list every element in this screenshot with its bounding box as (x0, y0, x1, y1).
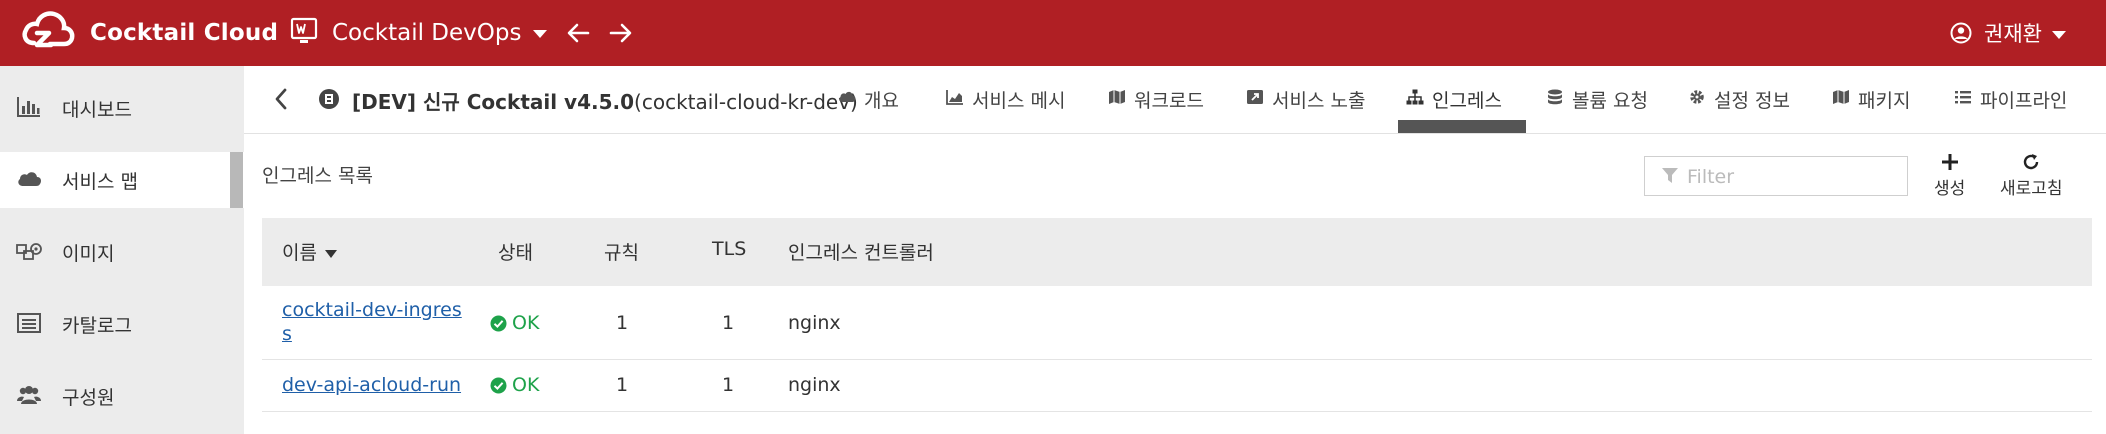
workspace-name: Cocktail DevOps (332, 20, 522, 46)
tab-service-exposure[interactable]: 서비스 노출 (1246, 66, 1365, 132)
tls-count: 1 (722, 374, 735, 396)
cocktail-cloud-logo-icon (20, 9, 76, 57)
sidebar-item-label: 구성원 (62, 386, 115, 409)
bar-chart-icon (16, 96, 42, 118)
refresh-icon (2024, 154, 2039, 170)
tab-label: 설정 정보 (1714, 89, 1790, 112)
tab-label: 워크로드 (1134, 89, 1204, 112)
workspace-icon (290, 17, 318, 49)
refresh-label: 새로고침 (2000, 179, 2063, 199)
tab-package[interactable]: 패키지 (1832, 66, 1910, 132)
sidebar-item-members[interactable]: 구성원 (0, 368, 244, 424)
sidebar-item-image[interactable]: 이미지 (0, 224, 244, 280)
status-badge: OK (490, 312, 539, 334)
filter-field[interactable] (1644, 156, 1908, 196)
tls-count: 1 (722, 312, 735, 334)
rules-count: 1 (616, 312, 629, 334)
workspace-selector[interactable]: Cocktail DevOps (290, 14, 548, 52)
column-name-header[interactable]: 이름 (282, 238, 337, 265)
ingress-name-link[interactable]: dev-api-acloud-run (282, 374, 461, 396)
table-row: dev-api-acloud-run OK 1 1 nginx (262, 360, 2092, 412)
sidebar-item-label: 이미지 (62, 242, 115, 265)
tab-label: 서비스 노출 (1272, 89, 1366, 112)
refresh-button[interactable]: 새로고침 (2000, 152, 2063, 199)
tab-config[interactable]: 설정 정보 (1688, 66, 1790, 132)
area-chart-icon (946, 89, 972, 109)
sidebar-scroll-indicator[interactable] (230, 152, 243, 208)
cloud-icon (16, 168, 42, 190)
tab-label: 패키지 (1858, 89, 1911, 112)
status-badge: OK (490, 374, 539, 396)
database-icon (1546, 89, 1572, 109)
filter-icon (1662, 168, 1678, 183)
forward-arrow-icon[interactable] (607, 20, 633, 46)
brand[interactable]: Cocktail Cloud (20, 11, 278, 55)
ingress-controller: nginx (788, 312, 841, 334)
check-circle-icon (490, 315, 507, 331)
map-icon (1832, 89, 1858, 109)
tab-volume-request[interactable]: 볼륨 요청 (1546, 66, 1648, 132)
tab-pipeline[interactable]: 파이프라인 (1954, 66, 2067, 132)
sidebar: 대시보드 서비스 맵 이미지 카탈로그 구성원 (0, 66, 244, 434)
column-status-header: 상태 (498, 242, 533, 264)
table-header: 이름 상태 규칙 TLS 인그레스 컨트롤러 (262, 218, 2092, 286)
cluster-title-id: (cocktail-cloud-kr-dev) (634, 90, 858, 114)
sitemap-icon (1406, 89, 1432, 109)
table-row: cocktail-dev-ingres s OK 1 1 nginx (262, 286, 2092, 360)
column-tls-header: TLS (712, 238, 747, 260)
tab-label: 파이프라인 (1980, 89, 2068, 112)
sidebar-item-label: 카탈로그 (62, 314, 132, 337)
tab-workload[interactable]: 워크로드 (1108, 66, 1204, 132)
cluster-title: [DEV] 신규 Cocktail v4.5.0(cocktail-cloud-… (352, 86, 858, 115)
map-icon (1108, 89, 1134, 109)
section-title: 인그레스 목록 (262, 165, 373, 187)
filter-input[interactable] (1687, 163, 1897, 191)
user-menu[interactable]: 권재환 (1950, 15, 2066, 51)
back-chevron-icon[interactable] (274, 88, 288, 110)
sort-caret-icon (324, 249, 337, 258)
cluster-title-name: [DEV] 신규 Cocktail v4.5.0 (352, 90, 635, 114)
cluster-tabs-bar: [DEV] 신규 Cocktail v4.5.0(cocktail-cloud-… (244, 66, 2106, 134)
cubes-icon (16, 240, 42, 262)
user-name: 권재환 (1984, 22, 2042, 46)
sidebar-item-label: 대시보드 (62, 98, 132, 121)
column-rules-header: 규칙 (604, 242, 639, 264)
user-circle-icon (1950, 22, 1972, 44)
top-header: Cocktail Cloud Cocktail DevOps 권재환 (0, 0, 2106, 66)
create-label: 생성 (1934, 179, 1966, 199)
caret-down-icon (2042, 21, 2066, 45)
tab-label: 개요 (864, 89, 899, 112)
cluster-icon (318, 88, 340, 110)
tab-label: 서비스 메시 (972, 89, 1066, 112)
check-circle-icon (490, 377, 507, 393)
ingress-controller: nginx (788, 374, 841, 396)
caret-down-icon (521, 24, 548, 43)
sidebar-item-label: 서비스 맵 (62, 170, 138, 193)
cloud-icon (838, 89, 864, 109)
sidebar-item-catalog[interactable]: 카탈로그 (0, 296, 244, 352)
create-button[interactable]: 생성 (1934, 152, 1965, 199)
gear-icon (1688, 89, 1714, 109)
tab-service-mesh[interactable]: 서비스 메시 (946, 66, 1065, 132)
list-icon (1954, 89, 1980, 109)
users-icon (16, 384, 42, 406)
external-link-icon (1246, 89, 1272, 109)
ingress-name-link[interactable]: cocktail-dev-ingres s (282, 298, 462, 346)
list-alt-icon (16, 312, 42, 334)
tab-label: 볼륨 요청 (1572, 89, 1648, 112)
plus-icon (1941, 154, 1958, 170)
brand-name: Cocktail Cloud (90, 20, 279, 46)
back-arrow-icon[interactable] (566, 20, 592, 46)
tab-label: 인그레스 (1432, 89, 1502, 112)
sidebar-item-dashboard[interactable]: 대시보드 (0, 80, 244, 136)
rules-count: 1 (616, 374, 629, 396)
sidebar-item-service-map[interactable]: 서비스 맵 (0, 152, 244, 208)
column-controller-header: 인그레스 컨트롤러 (788, 242, 934, 264)
tab-overview[interactable]: 개요 (838, 66, 899, 132)
active-tab-indicator (1398, 120, 1526, 133)
